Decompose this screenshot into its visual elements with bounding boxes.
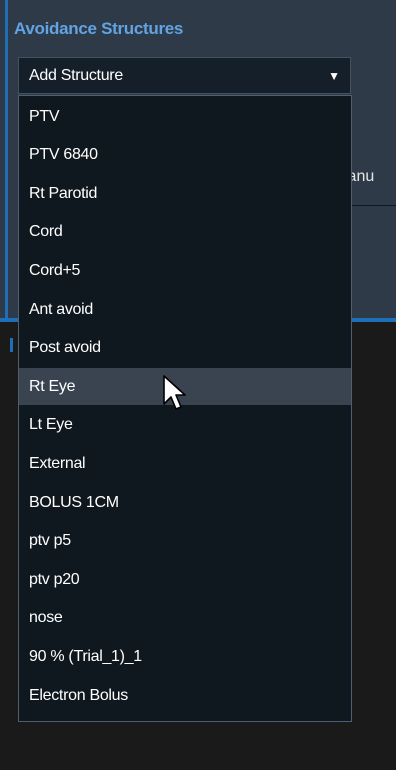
dropdown-option[interactable]: 90 % (Trial_1)_1 (19, 638, 351, 675)
dropdown-option[interactable]: External (19, 445, 351, 482)
dropdown-option[interactable]: Lt Eye (19, 407, 351, 444)
caret-down-icon: ▼ (328, 68, 340, 83)
dropdown-option[interactable]: Post avoid (19, 330, 351, 367)
dropdown-option[interactable]: PTV 6840 (19, 137, 351, 174)
dropdown-option[interactable]: PTV (19, 98, 351, 135)
dropdown-option[interactable]: nose (19, 600, 351, 637)
dropdown-option[interactable]: ptv p5 (19, 523, 351, 560)
dropdown-option[interactable]: Ant avoid (19, 291, 351, 328)
dropdown-option[interactable]: ptv p20 (19, 561, 351, 598)
add-structure-label: Add Structure (29, 66, 123, 84)
mouse-pointer-icon (163, 375, 186, 410)
add-structure-select[interactable]: Add Structure ▼ (18, 57, 351, 94)
dropdown-option[interactable]: Electron Bolus (19, 677, 351, 714)
dropdown-option[interactable]: Cord+5 (19, 252, 351, 289)
dropdown-option[interactable]: BOLUS 1CM (19, 484, 351, 521)
background-divider (345, 205, 396, 206)
dropdown-option[interactable]: Cord (19, 214, 351, 251)
panel-left-accent (5, 0, 8, 322)
dropdown-option[interactable]: Rt Parotid (19, 175, 351, 212)
lower-panel-accent (10, 338, 13, 352)
section-title: Avoidance Structures (14, 19, 184, 38)
